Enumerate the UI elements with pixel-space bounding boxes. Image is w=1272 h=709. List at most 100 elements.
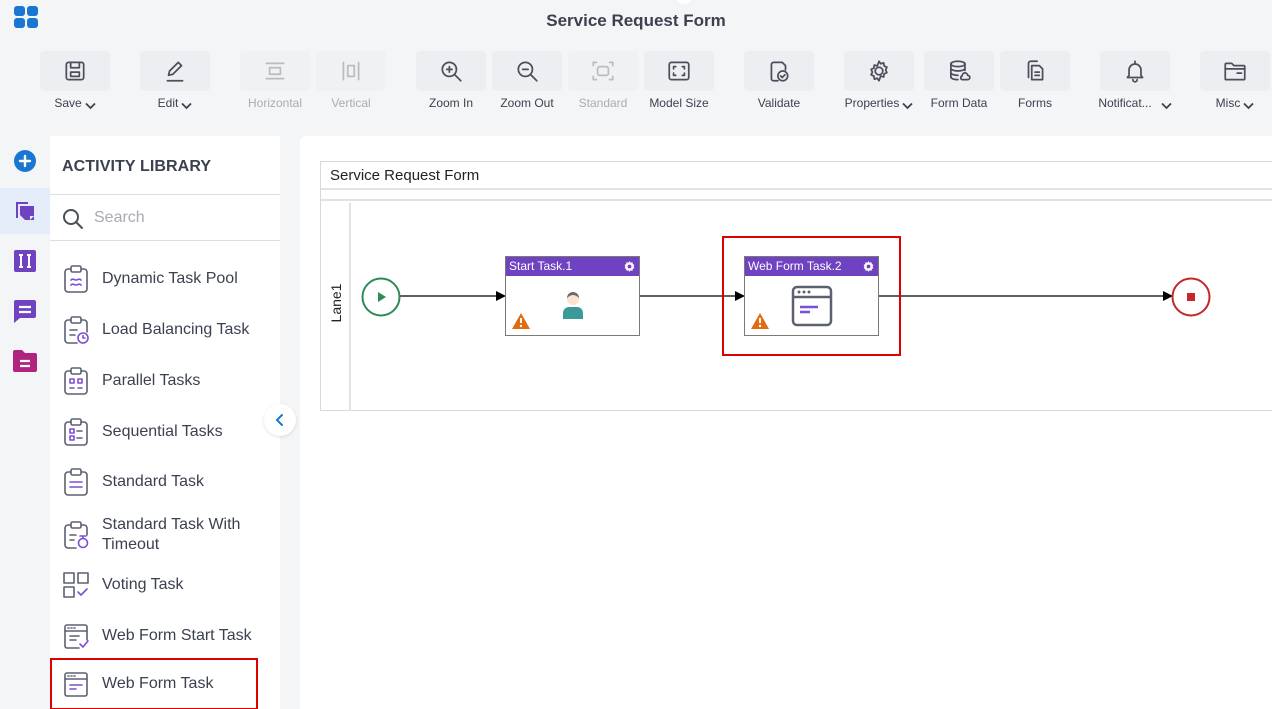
vertical-button[interactable]: Vertical xyxy=(316,51,386,110)
library-item-web-form-start-task[interactable]: Web Form Start Task xyxy=(50,619,280,653)
task-title: Web Form Task.2 xyxy=(748,259,842,273)
edit-button[interactable]: Edit xyxy=(140,51,210,110)
library-item-web-form-task[interactable]: Web Form Task xyxy=(50,658,258,709)
forms-button[interactable]: Forms xyxy=(1000,51,1070,110)
chevron-down-icon xyxy=(902,99,913,110)
rail-documents-button[interactable] xyxy=(0,338,50,384)
library-item-standard-task[interactable]: Standard Task xyxy=(50,465,280,499)
vertical-layout-icon xyxy=(342,61,360,81)
validate-icon xyxy=(770,61,789,82)
user-icon xyxy=(563,292,583,319)
activity-library-title: ACTIVITY LIBRARY xyxy=(62,158,212,175)
chevron-down-icon xyxy=(1161,99,1172,110)
library-item-sequential-tasks[interactable]: Sequential Tasks xyxy=(50,415,280,449)
collapse-panel-button[interactable] xyxy=(264,404,296,436)
library-item-standard-task-with-timeout[interactable]: Standard Task With Timeout xyxy=(50,514,280,556)
gear-icon xyxy=(870,60,888,82)
library-item-voting-task[interactable]: Voting Task xyxy=(50,568,280,602)
zoom-out-icon xyxy=(517,61,538,82)
notifications-label: Notificat... xyxy=(1098,96,1152,110)
save-icon xyxy=(65,61,85,81)
library-item-label: Web Form Task xyxy=(102,675,214,692)
pencil-icon xyxy=(166,61,184,82)
top-bar: Service Request Form xyxy=(0,0,1272,41)
forms-label: Forms xyxy=(1018,96,1052,110)
task-web-form-task-2[interactable]: Web Form Task.2 xyxy=(744,256,879,336)
vertical-label: Vertical xyxy=(331,96,371,110)
zoom-in-icon xyxy=(441,61,462,82)
plus-circle-icon xyxy=(14,150,36,172)
library-item-dynamic-task-pool[interactable]: Dynamic Task Pool xyxy=(50,262,280,296)
start-event[interactable] xyxy=(361,277,401,317)
validate-button[interactable]: Validate xyxy=(744,51,814,110)
horizontal-button[interactable]: Horizontal xyxy=(240,51,310,110)
toolbar: Save Edit Horizontal Vertical Zoom In Zo… xyxy=(0,41,1272,117)
task-start-task-1[interactable]: Start Task.1 xyxy=(505,256,640,336)
misc-button[interactable]: Misc xyxy=(1200,51,1270,110)
comment-icon xyxy=(14,300,36,323)
warning-icon xyxy=(512,313,530,329)
chevron-down-icon xyxy=(85,99,96,110)
sequential-tasks-icon xyxy=(62,417,90,447)
activity-library-panel: ACTIVITY LIBRARY Dynamic Task Pool Load … xyxy=(50,136,280,709)
document-folder-icon xyxy=(13,350,37,372)
library-item-label: Sequential Tasks xyxy=(102,423,223,440)
voting-task-icon xyxy=(62,570,90,600)
library-icon xyxy=(16,202,34,220)
gear-icon[interactable] xyxy=(623,260,636,273)
end-event[interactable] xyxy=(1171,277,1211,317)
zoom-out-label: Zoom Out xyxy=(500,96,554,110)
model-size-icon xyxy=(668,61,690,81)
properties-button[interactable]: Properties xyxy=(844,51,914,110)
zoom-out-button[interactable]: Zoom Out xyxy=(492,51,562,110)
web-form-task-icon xyxy=(62,669,90,699)
left-rail xyxy=(0,136,50,709)
variables-icon xyxy=(14,250,36,272)
rail-activity-library-button[interactable] xyxy=(0,188,50,234)
notifications-button[interactable]: Notificat... xyxy=(1098,51,1172,110)
rail-comments-button[interactable] xyxy=(0,288,50,334)
parallel-tasks-icon xyxy=(62,366,90,396)
rail-variables-button[interactable] xyxy=(0,238,50,284)
stop-icon xyxy=(1187,293,1195,301)
library-item-label: Parallel Tasks xyxy=(102,372,201,389)
save-label: Save xyxy=(54,96,82,110)
horizontal-label: Horizontal xyxy=(247,96,303,110)
zoom-in-label: Zoom In xyxy=(428,96,473,110)
web-form-start-task-icon xyxy=(62,621,90,651)
library-item-parallel-tasks[interactable]: Parallel Tasks xyxy=(50,364,280,398)
zoom-in-button[interactable]: Zoom In xyxy=(416,51,486,110)
save-button[interactable]: Save xyxy=(40,51,110,110)
library-item-load-balancing-task[interactable]: Load Balancing Task xyxy=(50,313,280,347)
standard-size-icon xyxy=(592,61,614,81)
validate-label: Validate xyxy=(757,96,801,110)
chevron-left-icon xyxy=(275,414,283,426)
library-item-label: Load Balancing Task xyxy=(102,321,250,338)
standard-task-timeout-icon xyxy=(62,520,90,550)
bell-icon xyxy=(1126,60,1144,83)
database-icon xyxy=(950,60,971,81)
gear-icon[interactable] xyxy=(862,260,875,273)
rail-add-button[interactable] xyxy=(0,138,50,184)
task-title: Start Task.1 xyxy=(509,259,573,273)
library-item-label: Voting Task xyxy=(102,576,184,593)
horizontal-layout-icon xyxy=(265,62,285,80)
standard-task-icon xyxy=(62,467,90,497)
misc-label: Misc xyxy=(1215,96,1241,110)
library-item-label: Dynamic Task Pool xyxy=(102,270,238,287)
model-size-label: Model Size xyxy=(649,96,709,110)
forms-icon xyxy=(1027,60,1044,81)
top-notch xyxy=(676,0,692,4)
chevron-down-icon xyxy=(181,99,192,110)
library-search-input[interactable] xyxy=(94,205,264,231)
web-form-icon xyxy=(791,285,833,327)
model-size-button[interactable]: Model Size xyxy=(644,51,714,110)
standard-button[interactable]: Standard xyxy=(568,51,638,110)
process-canvas[interactable]: Service Request Form Lane1 Start Task.1 xyxy=(300,136,1272,709)
search-icon xyxy=(63,209,83,229)
edit-label: Edit xyxy=(157,96,179,110)
page-title: Service Request Form xyxy=(546,11,726,30)
properties-label: Properties xyxy=(844,96,900,110)
form-data-button[interactable]: Form Data xyxy=(924,51,994,110)
load-balancing-task-icon xyxy=(62,315,90,345)
